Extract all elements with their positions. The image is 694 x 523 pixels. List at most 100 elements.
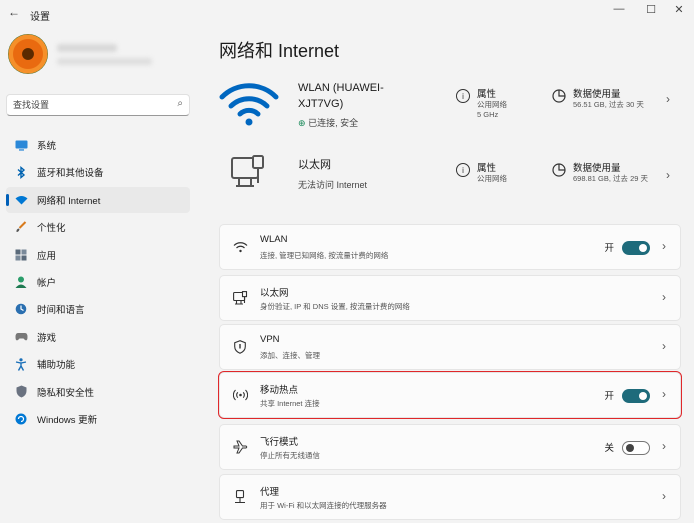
person-icon	[14, 275, 28, 289]
card-description: 停止所有无线通信	[260, 451, 320, 460]
data-usage-line: 698.81 GB, 过去 29 天	[573, 174, 649, 183]
chevron-right-icon[interactable]: ›	[666, 168, 670, 182]
page-title: 网络和 Internet	[219, 41, 340, 61]
shield-icon	[14, 385, 28, 399]
close-button[interactable]: ✕	[666, 3, 692, 16]
proxy-icon	[232, 489, 248, 505]
sidebar-item-apps[interactable]: 应用	[6, 242, 190, 268]
card-vpn[interactable]: VPN 添加、连接、管理 ›	[219, 324, 681, 370]
data-usage-line: 56.51 GB, 过去 30 天	[573, 100, 644, 109]
ethernet-hero: 以太网 无法访问 Internet i 属性 公用网络 数据使用量 698.81…	[219, 152, 681, 202]
card-title: 移动热点	[260, 385, 299, 396]
card-description: 共享 Internet 连接	[260, 399, 320, 408]
card-wlan[interactable]: WLAN 连接, 管理已知网络, 按流量计费的网络 开 ›	[219, 224, 681, 270]
chevron-right-icon[interactable]: ›	[662, 387, 666, 401]
user-name-blurred	[57, 44, 117, 52]
sidebar-item-time-language[interactable]: 时间和语言	[6, 296, 190, 322]
brush-icon	[14, 220, 28, 234]
hotspot-toggle[interactable]	[622, 389, 650, 403]
gamepad-icon	[14, 330, 28, 344]
ethernet-status: 无法访问 Internet	[298, 180, 368, 190]
airplane-mode-toggle[interactable]	[622, 441, 650, 455]
sidebar-item-label: 网络和 Internet	[37, 195, 101, 207]
sidebar-item-privacy[interactable]: 隐私和安全性	[6, 379, 190, 405]
toggle-knob	[626, 444, 634, 452]
sidebar-item-gaming[interactable]: 游戏	[6, 324, 190, 350]
ethernet-name: 以太网	[298, 159, 331, 171]
toggle-state-label: 开	[604, 391, 614, 402]
sidebar-item-label: 个性化	[37, 223, 66, 235]
globe-clock-icon	[14, 302, 28, 316]
globe-icon: ⊕	[298, 118, 306, 128]
sidebar-item-network[interactable]: 网络和 Internet	[6, 186, 190, 213]
ethernet-data-usage[interactable]: 数据使用量 698.81 GB, 过去 29 天	[552, 160, 648, 184]
sidebar-item-label: 帐户	[37, 277, 57, 289]
wlan-data-usage[interactable]: 数据使用量 56.51 GB, 过去 30 天	[552, 86, 644, 110]
airplane-icon	[232, 439, 248, 455]
pie-chart-icon	[552, 89, 566, 110]
wlan-hero: WLAN (HUAWEI-XJT7VG) ⊕ 已连接, 安全 i 属性 公用网络…	[219, 78, 681, 138]
wifi-icon	[14, 193, 28, 207]
chevron-right-icon[interactable]: ›	[662, 339, 666, 353]
properties-title: 属性	[477, 163, 497, 174]
update-icon	[14, 412, 28, 426]
chevron-right-icon[interactable]: ›	[662, 239, 666, 253]
wlan-status: ⊕ 已连接, 安全	[298, 118, 359, 128]
wifi-icon	[232, 239, 248, 255]
toggle-knob	[639, 392, 647, 400]
search-input[interactable]	[7, 95, 167, 115]
accessibility-icon	[14, 357, 28, 371]
properties-line: 公用网络	[477, 174, 507, 183]
wlan-properties[interactable]: i 属性 公用网络 5 GHz	[456, 86, 507, 120]
sidebar-item-label: 游戏	[37, 332, 57, 344]
chevron-right-icon[interactable]: ›	[662, 439, 666, 453]
sidebar-item-accounts[interactable]: 帐户	[6, 269, 190, 295]
sidebar-item-label: 应用	[37, 250, 57, 262]
sidebar-item-accessibility[interactable]: 辅助功能	[6, 351, 190, 377]
title-bar: ← 设置 — ☐ ✕	[0, 0, 694, 28]
info-icon: i	[456, 163, 470, 177]
sidebar-item-windows-update[interactable]: Windows 更新	[6, 406, 190, 432]
chevron-right-icon[interactable]: ›	[662, 290, 666, 304]
sidebar-item-system[interactable]: 系统	[6, 132, 190, 158]
minimize-button[interactable]: —	[606, 3, 632, 15]
user-email-blurred	[57, 58, 152, 65]
toggle-knob	[639, 244, 647, 252]
search-box: ⌕	[6, 94, 190, 116]
sidebar-item-label: Windows 更新	[37, 414, 98, 426]
monitor-icon	[14, 138, 28, 152]
toggle-state-label: 关	[604, 443, 614, 454]
sidebar-item-bluetooth[interactable]: 蓝牙和其他设备	[6, 159, 190, 185]
app-title: 设置	[30, 12, 50, 23]
card-title: VPN	[260, 334, 280, 345]
card-title: 代理	[260, 487, 280, 498]
avatar[interactable]	[8, 34, 48, 74]
card-title: 以太网	[260, 288, 289, 299]
sidebar-item-label: 系统	[37, 141, 57, 152]
sidebar-item-label: 隐私和安全性	[37, 387, 95, 399]
card-proxy[interactable]: 代理 用于 Wi-Fi 和以太网连接的代理服务器 ›	[219, 474, 681, 520]
card-ethernet[interactable]: 以太网 身份验证, IP 和 DNS 设置, 按流量计费的网络 ›	[219, 275, 681, 321]
properties-line: 公用网络	[477, 100, 507, 109]
ethernet-properties[interactable]: i 属性 公用网络	[456, 160, 507, 184]
ethernet-icon	[232, 290, 248, 306]
properties-title: 属性	[477, 89, 497, 100]
card-title: 飞行模式	[260, 437, 299, 448]
pie-chart-icon	[552, 163, 566, 184]
wifi-large-icon	[219, 80, 279, 131]
ethernet-large-icon	[231, 155, 267, 196]
maximize-button[interactable]: ☐	[638, 3, 664, 16]
vpn-shield-icon	[232, 339, 248, 355]
card-airplane-mode[interactable]: 飞行模式 停止所有无线通信 关 ›	[219, 424, 681, 470]
search-icon[interactable]: ⌕	[177, 98, 183, 109]
card-mobile-hotspot[interactable]: 移动热点 共享 Internet 连接 开 ›	[218, 371, 682, 419]
chevron-right-icon[interactable]: ›	[666, 92, 670, 106]
wlan-toggle[interactable]	[622, 241, 650, 255]
sidebar-item-personalization[interactable]: 个性化	[6, 214, 190, 240]
bluetooth-icon	[14, 165, 28, 179]
data-usage-title: 数据使用量	[573, 89, 621, 100]
card-title: WLAN	[260, 234, 288, 245]
back-arrow-icon[interactable]: ←	[8, 5, 20, 19]
chevron-right-icon[interactable]: ›	[662, 489, 666, 503]
wlan-network-name: WLAN (HUAWEI-XJT7VG)	[298, 82, 384, 110]
